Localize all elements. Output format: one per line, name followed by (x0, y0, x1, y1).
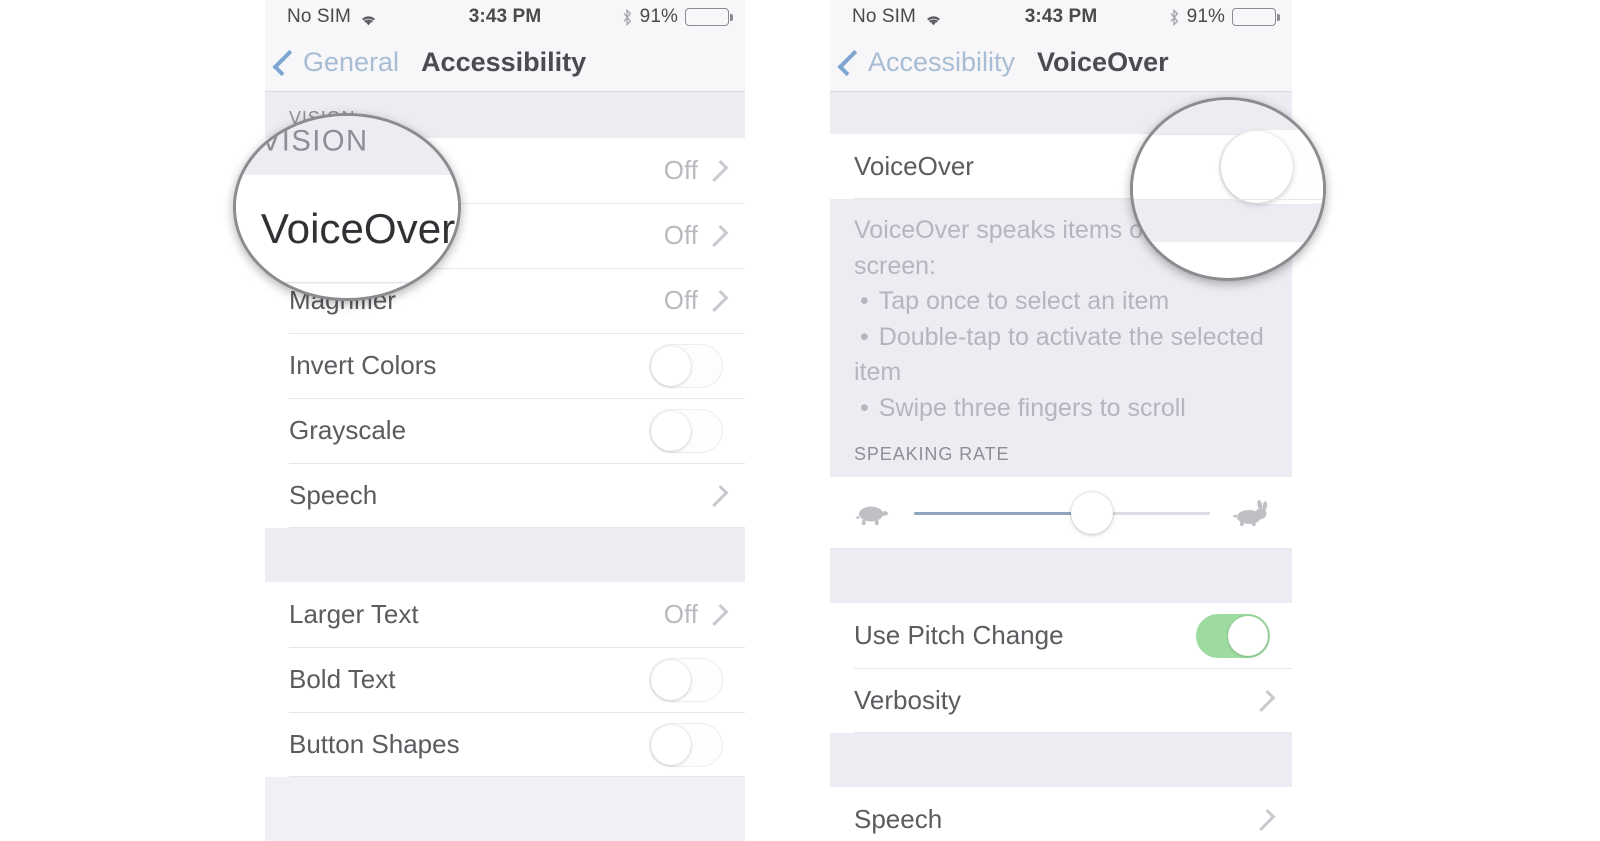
back-button-accessibility[interactable]: Accessibility (837, 47, 1016, 78)
description-bullet: Tap once to select an item (854, 284, 1270, 320)
row-larger-text[interactable]: Larger Text Off (265, 582, 745, 647)
magnifier-loupe-voiceover-row: VISION VoiceOver Zoom (233, 113, 461, 301)
chevron-right-icon (706, 289, 729, 312)
status-bar-left: No SIM 3:43 PM 91% (265, 0, 745, 34)
row-bold-text[interactable]: Bold Text (265, 647, 745, 712)
group-separator (830, 733, 1292, 787)
row-button-shapes[interactable]: Button Shapes (265, 712, 745, 777)
magnifier-loupe-voiceover-toggle (1130, 97, 1326, 281)
page-title: Accessibility (421, 47, 587, 77)
button-shapes-toggle[interactable] (649, 722, 723, 767)
row-verbosity[interactable]: Verbosity (830, 668, 1292, 733)
status-right-group: 91% (622, 6, 733, 28)
group-separator (830, 549, 1292, 603)
row-value: Off (663, 599, 698, 629)
turtle-icon (854, 499, 892, 527)
nav-bar-right: Accessibility VoiceOver (830, 34, 1292, 92)
row-label: Invert Colors (289, 350, 437, 380)
loupe-content (1133, 100, 1323, 242)
section-header-speaking-rate: SPEAKING RATE (830, 430, 1292, 477)
loupe-voiceover-toggle[interactable] (1219, 129, 1323, 205)
nav-bar-left: General Accessibility (265, 34, 745, 92)
chevron-right-icon (706, 159, 729, 182)
speaking-rate-fill (914, 511, 1092, 515)
loupe-band-description (1133, 200, 1323, 242)
bluetooth-icon (1169, 8, 1180, 26)
rabbit-icon (1232, 499, 1270, 527)
description-bullet: Double-tap to activate the selected item (854, 320, 1270, 391)
status-right-group: 91% (1169, 6, 1280, 28)
status-bar-right: No SIM 3:43 PM 91% (830, 0, 1292, 34)
row-value: Off (663, 155, 698, 185)
toggle-knob (651, 410, 691, 451)
row-label: Grayscale (289, 415, 407, 445)
chevron-right-icon (706, 224, 729, 247)
row-label: Speech (289, 480, 378, 510)
back-button-label: General (303, 47, 400, 77)
group-separator (265, 528, 745, 582)
toggle-knob (651, 724, 691, 765)
row-label: Verbosity (854, 685, 961, 715)
battery-percent-label: 91% (1186, 6, 1225, 27)
speaking-rate-track[interactable] (914, 492, 1210, 534)
row-label: Button Shapes (289, 729, 460, 759)
battery-icon (685, 8, 733, 26)
row-speech[interactable]: Speech (830, 787, 1292, 841)
toggle-knob (651, 659, 691, 700)
loupe-row-voiceover: VoiceOver (236, 174, 458, 282)
row-use-pitch-change[interactable]: Use Pitch Change (830, 603, 1292, 668)
toggle-knob (1221, 131, 1293, 203)
loupe-section-header: VISION (236, 116, 458, 175)
row-speech[interactable]: Speech (265, 463, 745, 528)
row-label: Bold Text (289, 664, 396, 694)
speaking-rate-slider-row[interactable] (830, 477, 1292, 549)
loupe-content: VISION VoiceOver Zoom (236, 116, 458, 298)
back-button-general[interactable]: General (272, 47, 400, 78)
grayscale-toggle[interactable] (649, 408, 723, 453)
battery-icon (1232, 8, 1280, 26)
back-button-label: Accessibility (868, 47, 1016, 77)
row-grayscale[interactable]: Grayscale (265, 398, 745, 463)
bold-text-toggle[interactable] (649, 657, 723, 702)
toggle-knob (1228, 615, 1268, 656)
use-pitch-change-toggle[interactable] (1196, 613, 1270, 658)
speaking-rate-thumb[interactable] (1070, 492, 1113, 534)
loupe-band-row (1133, 129, 1323, 205)
row-label: Speech (854, 804, 943, 834)
page-title: VoiceOver (1037, 47, 1169, 77)
chevron-left-icon (837, 49, 864, 76)
invert-colors-toggle[interactable] (649, 343, 723, 388)
row-label: Use Pitch Change (854, 620, 1064, 650)
chevron-right-icon (706, 603, 729, 626)
row-invert-colors[interactable]: Invert Colors (265, 333, 745, 398)
row-value: Off (663, 285, 698, 315)
description-bullets: Tap once to select an item Double-tap to… (854, 284, 1270, 426)
row-value: Off (663, 220, 698, 250)
chevron-left-icon (272, 49, 299, 76)
screenshot-stage: No SIM 3:43 PM 91% General Accessibility (0, 0, 1600, 841)
bluetooth-icon (622, 8, 633, 26)
battery-percent-label: 91% (639, 6, 678, 27)
description-bullet: Swipe three fingers to scroll (854, 391, 1270, 427)
toggle-knob (651, 345, 691, 386)
row-label: Larger Text (289, 599, 419, 629)
